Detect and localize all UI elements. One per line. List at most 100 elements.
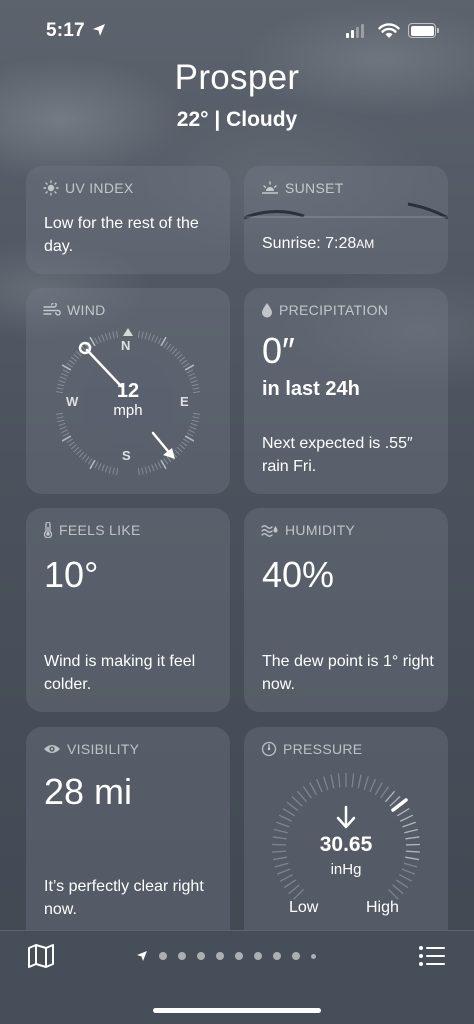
status-bar: 5:17 bbox=[0, 0, 474, 64]
humidity-value: 40% bbox=[262, 554, 335, 595]
compass-tick bbox=[61, 364, 72, 371]
gauge-tick bbox=[282, 807, 296, 817]
page-dot bbox=[178, 952, 186, 960]
compass-tick bbox=[137, 330, 140, 338]
gauge-tick bbox=[392, 884, 404, 895]
sunset-icon bbox=[262, 181, 278, 194]
compass-tick bbox=[70, 444, 78, 450]
compass-tick bbox=[61, 372, 68, 377]
uv-index-card[interactable]: UV INDEX Low for the rest of the day. bbox=[26, 166, 230, 274]
compass-tick bbox=[186, 369, 194, 374]
gauge-tick bbox=[395, 879, 409, 889]
gauge-tick bbox=[374, 782, 383, 796]
page-dot bbox=[292, 952, 300, 960]
compass-tick bbox=[97, 336, 102, 343]
gauge-tick bbox=[369, 778, 377, 793]
wind-card[interactable]: WIND N W E S 12 mph bbox=[26, 288, 230, 494]
gauge-tick bbox=[315, 778, 323, 793]
home-indicator bbox=[153, 1008, 321, 1013]
compass-tick bbox=[94, 461, 99, 469]
sunrise-text: Sunrise: 7:28AM bbox=[262, 232, 374, 256]
precipitation-header: PRECIPITATION bbox=[261, 302, 388, 318]
page-dot bbox=[197, 952, 205, 960]
visibility-card[interactable]: VISIBILITY 28 mi It’s perfectly clear ri… bbox=[26, 727, 230, 947]
map-icon[interactable] bbox=[27, 943, 55, 969]
raindrop-icon bbox=[262, 303, 272, 318]
page-indicator[interactable] bbox=[136, 950, 316, 962]
sunset-title: SUNSET bbox=[285, 180, 344, 196]
pressure-card[interactable]: PRESSURE 30.65 inHg Low High bbox=[244, 727, 448, 947]
compass-tick bbox=[166, 343, 172, 350]
compass-tick bbox=[181, 441, 188, 447]
compass-tick bbox=[62, 432, 70, 437]
gauge-tick bbox=[291, 796, 303, 807]
compass-tick bbox=[147, 465, 152, 473]
compass-tick bbox=[66, 362, 73, 368]
compass-tick bbox=[169, 345, 175, 353]
pressure-unit: inHg bbox=[330, 861, 362, 878]
sunrise-label: Sunrise: 7:28 bbox=[262, 235, 357, 252]
compass-tick bbox=[61, 429, 68, 434]
compass-tick bbox=[57, 419, 65, 423]
visibility-value: 28 mi bbox=[44, 771, 133, 812]
city-name: Prosper bbox=[174, 58, 300, 97]
compass-tick bbox=[189, 426, 197, 430]
precipitation-period: in last 24h bbox=[262, 378, 360, 400]
list-icon[interactable] bbox=[418, 944, 446, 968]
uv-index-title: UV INDEX bbox=[65, 180, 134, 196]
compass-tick bbox=[144, 332, 148, 340]
compass-tick bbox=[160, 336, 167, 347]
humidity-card[interactable]: HUMIDITY 40% The dew point is 1° right n… bbox=[244, 508, 448, 712]
precipitation-value: 0″ bbox=[262, 330, 295, 371]
compass-tick bbox=[62, 369, 70, 374]
compass-tick bbox=[84, 456, 90, 463]
compass-tick bbox=[178, 356, 186, 362]
compass-tick bbox=[186, 432, 194, 437]
compass-tick bbox=[101, 464, 105, 472]
battery-icon bbox=[408, 23, 436, 38]
wifi-icon bbox=[378, 23, 400, 38]
gauge-tick bbox=[296, 790, 308, 803]
visibility-header: VISIBILITY bbox=[43, 741, 139, 757]
compass-tick bbox=[76, 449, 82, 455]
visibility-title: VISIBILITY bbox=[67, 741, 140, 757]
compass-tick bbox=[171, 348, 178, 355]
compass-tick bbox=[97, 463, 102, 470]
feels-like-value: 10° bbox=[44, 554, 99, 595]
page-dot bbox=[235, 952, 243, 960]
compass-tick bbox=[81, 453, 87, 461]
sunset-card[interactable]: SUNSET Sunrise: 7:28AM bbox=[244, 166, 448, 274]
page-dot bbox=[254, 952, 262, 960]
compass-tick bbox=[73, 446, 80, 453]
compass-tick bbox=[151, 464, 155, 472]
compass-tick bbox=[68, 441, 75, 447]
sunrise-suffix: AM bbox=[356, 237, 375, 251]
compass-tick bbox=[104, 333, 109, 341]
eye-icon bbox=[44, 745, 60, 753]
compass-tick bbox=[188, 372, 195, 377]
uv-index-text: Low for the rest of the day. bbox=[44, 215, 199, 255]
gauge-tick bbox=[405, 856, 420, 861]
wind-speed: 12 bbox=[116, 380, 140, 402]
gauge-tick bbox=[309, 782, 318, 796]
gauge-tick bbox=[276, 821, 290, 828]
compass-tick bbox=[73, 353, 80, 360]
gauge-tick bbox=[399, 814, 414, 822]
compass-tick bbox=[151, 334, 155, 342]
visibility-text: It’s perfectly clear right now. bbox=[44, 878, 204, 918]
compass-tick bbox=[147, 333, 152, 341]
cellular-signal-icon bbox=[346, 24, 364, 38]
precipitation-title: PRECIPITATION bbox=[279, 302, 389, 318]
precipitation-card[interactable]: PRECIPITATION 0″ in last 24h Next expect… bbox=[244, 288, 448, 494]
feels-like-text: Wind is making it feel colder. bbox=[44, 653, 196, 693]
thermometer-icon bbox=[43, 522, 53, 538]
compass-tick bbox=[183, 438, 190, 444]
feels-like-card[interactable]: FEELS LIKE 10° Wind is making it feel co… bbox=[26, 508, 230, 712]
gauge-tick bbox=[322, 776, 329, 791]
compass-tick bbox=[108, 466, 112, 474]
compass-tick bbox=[160, 459, 167, 470]
compass-tick bbox=[104, 465, 109, 473]
gauge-tick bbox=[402, 821, 416, 828]
compass-north: N bbox=[121, 338, 131, 353]
compass-tick bbox=[163, 341, 169, 348]
